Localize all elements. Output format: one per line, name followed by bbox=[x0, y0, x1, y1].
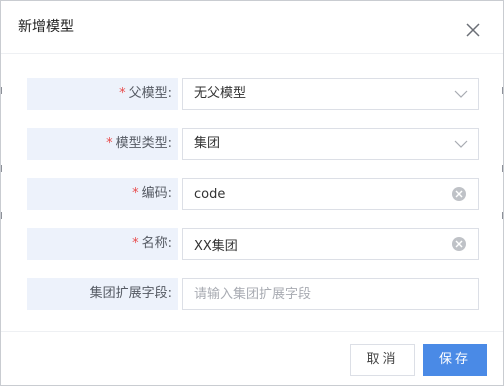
form-row-parent-model: * 父模型: 无父模型 bbox=[27, 78, 479, 110]
field-label: * 模型类型: bbox=[27, 128, 178, 160]
backdrop-edge-mark bbox=[1, 87, 2, 94]
field-label-text: 名称: bbox=[141, 236, 172, 251]
add-model-dialog: 新增模型 * 父模型: 无父模型 * 模型类型: 集团 * 编码: code *… bbox=[0, 0, 504, 386]
code-field[interactable] bbox=[182, 178, 479, 210]
chevron-down-icon bbox=[454, 90, 468, 98]
field-label: * 父模型: bbox=[27, 78, 178, 110]
field-label: 集团扩展字段: bbox=[27, 278, 178, 310]
save-button[interactable]: 保存 bbox=[423, 344, 487, 376]
field-label: * 名称: bbox=[27, 228, 178, 260]
required-mark: * bbox=[132, 186, 139, 201]
chevron-down-icon bbox=[454, 140, 468, 148]
model-type-select[interactable]: 集团 bbox=[182, 128, 479, 160]
field-label-text: 集团扩展字段: bbox=[89, 286, 172, 301]
cancel-button[interactable]: 取消 bbox=[350, 344, 415, 376]
select-value: 无父模型 bbox=[194, 86, 247, 101]
backdrop-edge-mark bbox=[502, 165, 503, 172]
form-row-model-type: * 模型类型: 集团 bbox=[27, 128, 479, 160]
group-extension-field[interactable] bbox=[182, 278, 479, 310]
required-mark: * bbox=[119, 86, 126, 101]
group-extension-input[interactable] bbox=[194, 279, 444, 309]
form-row-name: * 名称: bbox=[27, 228, 479, 260]
dialog-header: 新增模型 bbox=[1, 1, 503, 54]
field-label-text: 模型类型: bbox=[115, 136, 172, 151]
name-input[interactable] bbox=[194, 229, 444, 259]
required-mark: * bbox=[132, 236, 139, 251]
dialog-title: 新增模型 bbox=[18, 19, 74, 35]
parent-model-select[interactable]: 无父模型 bbox=[182, 78, 479, 110]
required-mark: * bbox=[106, 136, 113, 151]
field-label: * 编码: bbox=[27, 178, 178, 210]
select-value: 集团 bbox=[194, 136, 221, 151]
backdrop-edge-mark bbox=[502, 212, 503, 219]
field-label-text: 编码: bbox=[141, 186, 172, 201]
close-icon[interactable] bbox=[464, 21, 482, 39]
field-label-text: 父模型: bbox=[128, 86, 172, 101]
code-input[interactable] bbox=[194, 179, 444, 209]
dialog-footer: 取消 保存 bbox=[1, 331, 503, 386]
form-row-code: * 编码: bbox=[27, 178, 479, 210]
backdrop-edge-mark bbox=[502, 87, 503, 94]
clear-icon[interactable] bbox=[452, 187, 466, 201]
backdrop-edge-mark bbox=[1, 212, 2, 219]
backdrop-edge-mark bbox=[1, 165, 2, 172]
name-field[interactable] bbox=[182, 228, 479, 260]
form-row-group-extension: 集团扩展字段: bbox=[27, 278, 479, 310]
clear-icon[interactable] bbox=[452, 237, 466, 251]
